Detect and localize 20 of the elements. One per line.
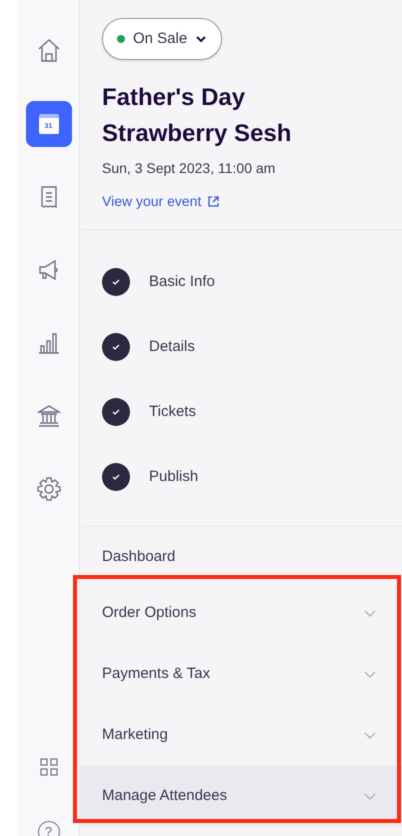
nav-section[interactable]: Payments & Tax [80,644,402,705]
chevron-down-icon [364,670,376,678]
chevron-down-icon [364,610,376,618]
nav-section[interactable]: Manage Attendees [80,766,402,827]
event-title: Father's Day Strawberry Sesh [102,83,292,149]
chevron-down-icon [364,792,376,800]
step-link[interactable]: Basic Info [149,270,215,294]
status-dropdown[interactable]: On Sale [102,18,222,60]
step-link[interactable]: Tickets [149,400,196,424]
settings-icon [34,475,62,503]
nav-section[interactable]: Order Options [80,583,402,644]
dashboard-link[interactable]: Dashboard [80,546,198,570]
external-link-icon [207,195,220,208]
nav-section[interactable]: Marketing [80,705,402,766]
step-link[interactable]: Publish [149,466,198,488]
help-button[interactable]: ? [38,821,60,836]
chevron-down-icon [364,732,376,740]
view-event-link[interactable]: View your event [102,191,220,212]
event-date: Sun, 3 Sept 2023, 11:00 am [102,159,276,178]
step-link[interactable]: Details [149,336,195,358]
